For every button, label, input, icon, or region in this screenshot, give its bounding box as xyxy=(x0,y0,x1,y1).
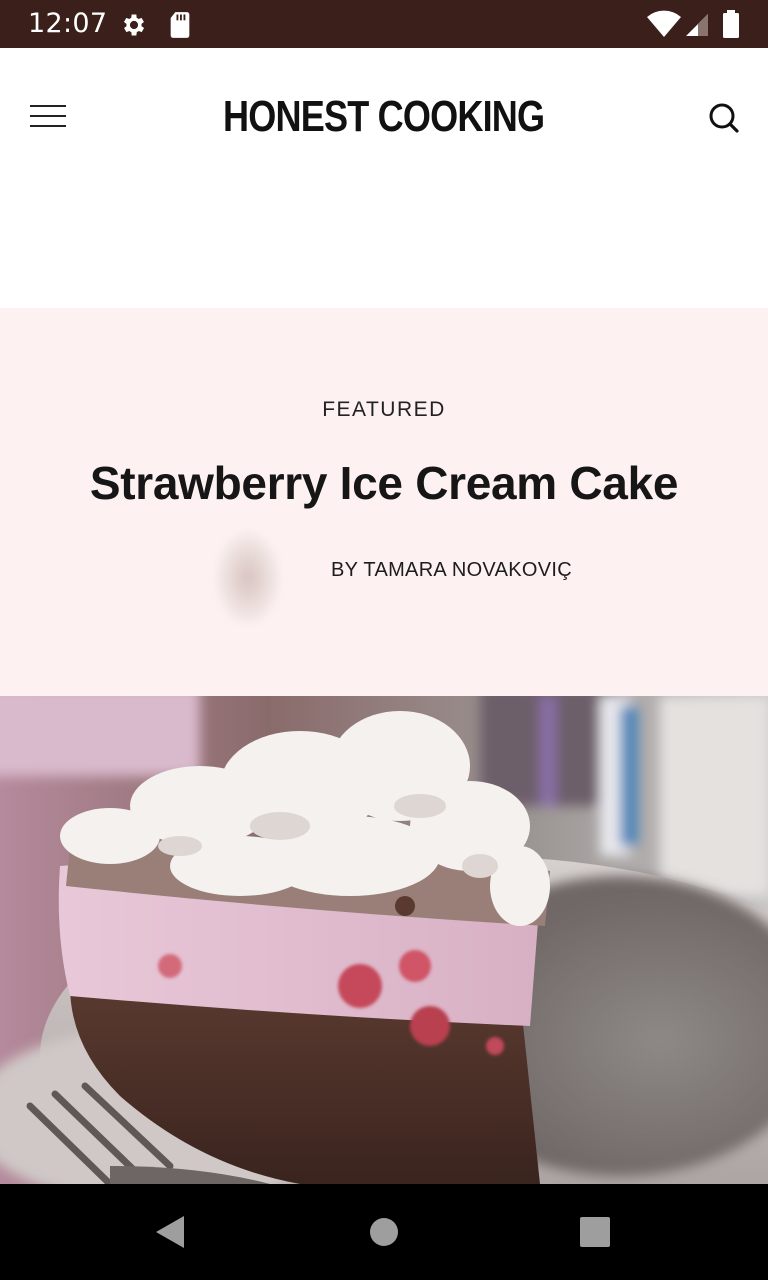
app-header: HONEST COOKING xyxy=(0,48,768,188)
featured-hero[interactable]: FEATURED Strawberry Ice Cream Cake BY TA… xyxy=(0,308,768,696)
home-icon[interactable] xyxy=(352,1200,416,1264)
wifi-icon xyxy=(646,10,682,43)
author-name[interactable]: TAMARA NOVAKOVIÇ xyxy=(363,559,572,581)
recents-icon[interactable] xyxy=(563,1200,627,1264)
status-time: 12:07 xyxy=(28,8,108,39)
author-avatar xyxy=(216,532,280,624)
battery-icon xyxy=(722,10,740,43)
settings-icon xyxy=(120,11,148,44)
screen: 12:07 HONEST COOKING FEATURED Strawberry… xyxy=(0,0,768,1280)
system-nav-bar xyxy=(0,1184,768,1280)
article-title[interactable]: Strawberry Ice Cream Cake xyxy=(0,456,768,510)
byline-prefix: BY xyxy=(331,559,358,581)
cell-signal-icon xyxy=(684,12,710,43)
featured-label: FEATURED xyxy=(322,398,446,421)
site-logo[interactable]: HONEST COOKING xyxy=(69,92,699,142)
article-hero-image[interactable] xyxy=(0,696,768,1184)
search-icon[interactable] xyxy=(700,96,748,140)
back-icon[interactable] xyxy=(138,1200,202,1264)
hamburger-menu-icon[interactable] xyxy=(22,96,74,136)
byline: BY TAMARA NOVAKOVIÇ xyxy=(331,559,572,582)
status-bar: 12:07 xyxy=(0,0,768,48)
sd-card-icon xyxy=(168,11,192,44)
